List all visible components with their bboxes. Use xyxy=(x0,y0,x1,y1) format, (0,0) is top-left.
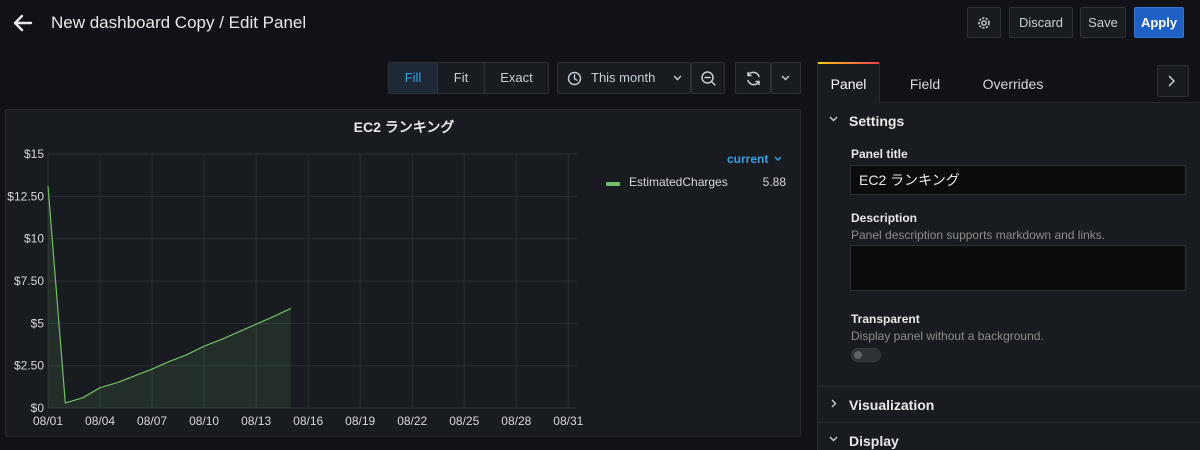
x-tick-label: 08/01 xyxy=(33,414,63,428)
fit-mode-exact[interactable]: Exact xyxy=(485,63,548,93)
x-tick-label: 08/13 xyxy=(241,414,271,428)
section-settings-header[interactable]: Settings xyxy=(818,103,1200,139)
chevron-right-icon xyxy=(831,399,837,408)
legend-series-value: 5.88 xyxy=(762,175,786,189)
options-body: Settings Panel title Description Panel d… xyxy=(817,103,1200,450)
apply-button[interactable]: Apply xyxy=(1134,7,1184,38)
x-tick-label: 08/07 xyxy=(137,414,167,428)
y-tick-label: $2.50 xyxy=(14,359,44,373)
panel-title-label: Panel title xyxy=(851,147,908,161)
y-tick-label: $0 xyxy=(31,401,45,415)
chevron-down-icon xyxy=(829,436,838,442)
refresh-button[interactable] xyxy=(735,62,771,94)
clock-icon xyxy=(567,71,582,86)
options-pane: Panel Field Overrides Settings Panel tit… xyxy=(817,62,1200,450)
y-tick-label: $12.50 xyxy=(7,189,44,203)
save-button[interactable]: Save xyxy=(1080,7,1126,38)
options-tabs: Panel Field Overrides xyxy=(817,62,1200,103)
y-tick-label: $7.50 xyxy=(14,274,44,288)
chevron-down-icon xyxy=(673,75,682,81)
tabs-scroll-right-button[interactable] xyxy=(1157,65,1189,97)
zoom-out-button[interactable] xyxy=(691,62,725,94)
transparent-toggle[interactable] xyxy=(851,348,881,362)
description-hint: Panel description supports markdown and … xyxy=(851,228,1106,242)
legend-item[interactable]: EstimatedCharges 5.88 xyxy=(606,175,786,191)
fit-mode-selector: Fill Fit Exact xyxy=(388,62,549,94)
back-arrow-icon[interactable] xyxy=(12,12,34,34)
x-tick-label: 08/19 xyxy=(345,414,375,428)
x-tick-label: 08/16 xyxy=(293,414,323,428)
toggle-knob xyxy=(854,351,862,359)
time-range-picker[interactable]: This month xyxy=(557,62,691,94)
time-range-label: This month xyxy=(591,70,656,85)
gear-icon xyxy=(978,17,990,29)
zoom-out-icon xyxy=(701,71,716,86)
section-display-header[interactable]: Display xyxy=(818,422,1200,450)
chevron-down-icon xyxy=(774,156,782,161)
chevron-down-icon xyxy=(829,116,838,122)
refresh-icon xyxy=(747,71,760,86)
section-display-label: Display xyxy=(849,433,899,449)
y-tick-label: $10 xyxy=(24,232,44,246)
description-textarea[interactable] xyxy=(850,245,1186,291)
chevron-right-icon xyxy=(1168,75,1175,87)
x-tick-label: 08/04 xyxy=(85,414,115,428)
panel-preview: $0 $2.50 $5 $7.50 $10 $12.50 $15 08/01 08/04 08/0… xyxy=(5,109,801,437)
x-tick-label: 08/22 xyxy=(397,414,427,428)
fit-mode-fill[interactable]: Fill xyxy=(389,63,438,93)
fit-mode-fit[interactable]: Fit xyxy=(438,63,485,93)
chevron-down-icon xyxy=(781,75,790,81)
x-tick-label: 08/10 xyxy=(189,414,219,428)
legend-sort-current[interactable]: current xyxy=(727,152,782,166)
description-label: Description xyxy=(851,211,918,225)
x-tick-label: 08/31 xyxy=(553,414,583,428)
tab-panel[interactable]: Panel xyxy=(817,62,880,103)
legend-series-name: EstimatedCharges xyxy=(629,175,728,189)
panel-settings-button[interactable] xyxy=(967,7,1001,38)
transparent-label: Transparent xyxy=(851,312,920,326)
transparent-hint: Display panel without a background. xyxy=(851,329,1044,343)
panel-title-input[interactable] xyxy=(850,165,1186,195)
series-area xyxy=(48,186,291,408)
legend-sort-label: current xyxy=(727,152,769,166)
tab-overrides[interactable]: Overrides xyxy=(975,62,1051,103)
section-settings-label: Settings xyxy=(849,113,905,129)
discard-button[interactable]: Discard xyxy=(1009,7,1073,38)
y-tick-label: $15 xyxy=(24,147,44,161)
section-visualization-label: Visualization xyxy=(849,397,935,413)
refresh-interval-dropdown[interactable] xyxy=(771,62,801,94)
x-tick-label: 08/25 xyxy=(449,414,479,428)
tab-field[interactable]: Field xyxy=(895,62,955,103)
panel-title: EC2 ランキング xyxy=(353,119,455,135)
section-visualization-header[interactable]: Visualization xyxy=(818,386,1200,422)
y-tick-label: $5 xyxy=(31,316,45,330)
legend-color-swatch xyxy=(606,182,620,186)
page-title: New dashboard Copy / Edit Panel xyxy=(51,13,307,32)
time-series-chart: $0 $2.50 $5 $7.50 $10 $12.50 $15 08/01 08/04 08/0… xyxy=(7,147,583,428)
top-bar: New dashboard Copy / Edit Panel Discard … xyxy=(0,0,1200,46)
x-tick-label: 08/28 xyxy=(501,414,531,428)
